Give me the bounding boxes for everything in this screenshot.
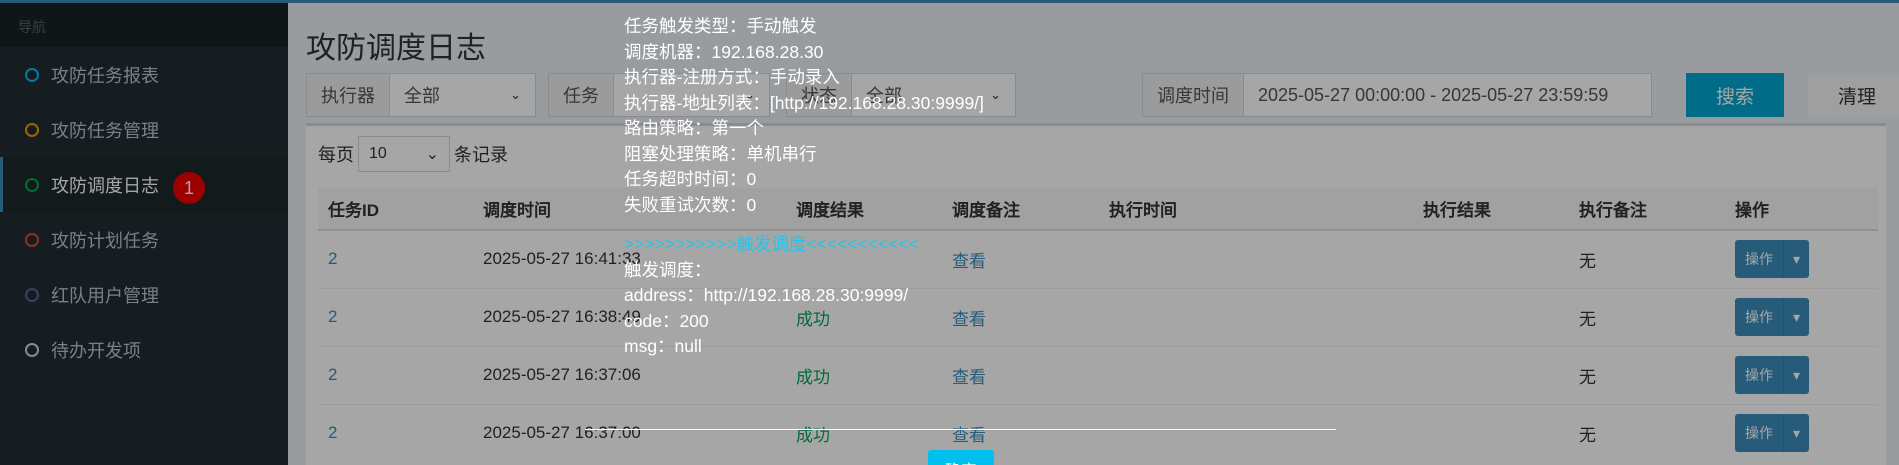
trigger-line: msg：null <box>624 336 702 356</box>
info-line: 阻塞处理策略：单机串行 <box>624 143 817 164</box>
info-line: 调度机器：192.168.28.30 <box>624 41 824 62</box>
info-line: 路由策略：第一个 <box>624 118 764 138</box>
info-line: 执行器-注册方式：手动录入 <box>624 67 840 87</box>
confirm-button[interactable]: 确定 <box>928 450 994 465</box>
trigger-line: code：200 <box>624 310 709 331</box>
trigger-line: 触发调度： <box>624 259 712 280</box>
trigger-line: address：http://192.168.28.30:9999/ <box>624 285 909 305</box>
dispatch-remark-popup: 任务触发类型：手动触发 调度机器：192.168.28.30 执行器-注册方式：… <box>624 14 984 360</box>
info-line: 任务触发类型：手动触发 <box>624 16 817 36</box>
popup-divider <box>585 429 1336 430</box>
info-line: 失败重试次数：0 <box>624 194 757 215</box>
info-line: 执行器-地址列表：[http://192.168.28.30:9999/] <box>624 92 984 113</box>
trigger-header: >>>>>>>>>>>触发调度<<<<<<<<<<< <box>624 234 919 254</box>
info-line: 任务超时时间：0 <box>624 169 757 189</box>
